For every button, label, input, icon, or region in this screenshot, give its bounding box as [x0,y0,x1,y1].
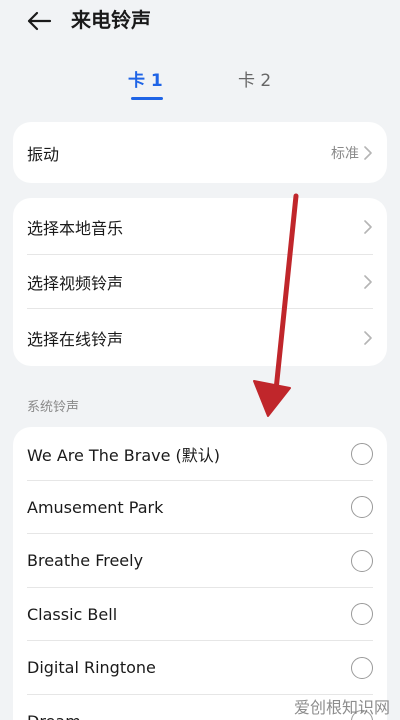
site-watermark: 爱创根知识网 [293,698,390,717]
system-ringtone-list: We Are The Brave (默认) Amusement Park Bre… [13,427,387,720]
ringtone-label: Amusement Park [27,497,164,517]
ringtone-label: Digital Ringtone [27,658,156,678]
ringtone-item[interactable]: Classic Bell [13,588,387,641]
ringtone-label: Dream [27,712,81,720]
top-bar: 来电铃声 [0,0,400,44]
ringtone-label: Classic Bell [27,604,118,624]
local-music-label: 选择本地音乐 [27,218,124,238]
ringtone-item[interactable]: We Are The Brave (默认) [13,427,387,481]
ringtone-source-card: 选择本地音乐 选择视频铃声 选择在线铃声 [13,198,387,366]
page-title: 来电铃声 [71,8,151,32]
vibration-card: 振动 标准 [13,122,387,183]
ringtone-label: Breathe Freely [27,551,144,571]
ringtone-item[interactable]: Amusement Park [13,481,387,534]
online-ringtone-label: 选择在线铃声 [27,329,124,349]
ringtone-label: We Are The Brave (默认) [27,445,221,465]
vibration-row[interactable]: 振动 标准 [13,122,387,183]
back-button[interactable] [24,6,54,36]
online-ringtone-row[interactable]: 选择在线铃声 [13,309,387,366]
ringtone-radio[interactable] [351,603,373,626]
ringtone-radio[interactable] [351,496,373,519]
local-music-row[interactable]: 选择本地音乐 [13,198,387,255]
chevron-right-icon [364,330,372,345]
ringtone-radio[interactable] [351,656,373,679]
system-ringtones-heading: 系统铃声 [27,400,80,415]
ringtone-radio[interactable] [351,549,373,572]
tab-card-2[interactable]: 卡 2 [238,69,271,93]
ringtone-item[interactable]: Breathe Freely [13,534,387,588]
active-tab-indicator [131,97,163,100]
chevron-right-icon [364,219,372,234]
video-ringtone-label: 选择视频铃声 [27,274,124,293]
vibration-label: 振动 [27,144,60,164]
ringtone-item[interactable]: Digital Ringtone [13,641,387,695]
chevron-right-icon [364,275,372,289]
tab-card-1[interactable]: 卡 1 [128,69,163,93]
ringtone-radio[interactable] [351,442,373,465]
back-arrow-icon [27,11,52,31]
vibration-value: 标准 [331,145,359,162]
video-ringtone-row[interactable]: 选择视频铃声 [13,255,387,309]
sim-tabs: 卡 1 卡 2 [0,64,400,104]
chevron-right-icon [364,145,372,160]
